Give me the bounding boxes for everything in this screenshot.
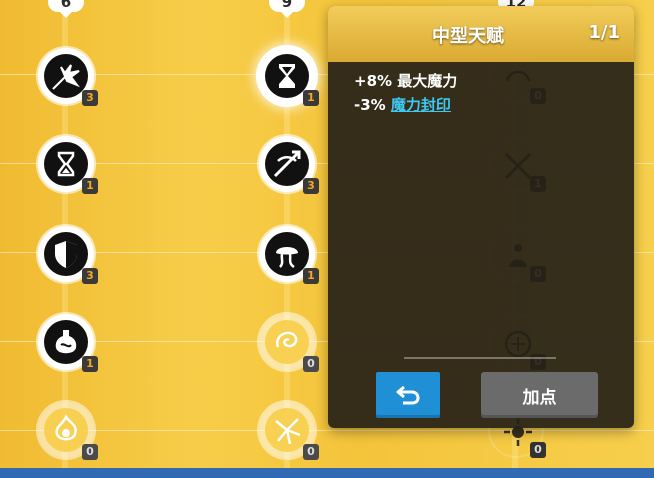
talent-node[interactable]: 1 xyxy=(259,226,319,284)
node-point-count: 0 xyxy=(82,444,98,460)
talent-level: 1/1 xyxy=(588,22,620,43)
node-point-count: 0 xyxy=(303,356,319,372)
effect-text: +8% 最大魔力 xyxy=(354,72,458,90)
bottom-bar xyxy=(0,468,654,478)
add-point-button[interactable]: 加点 xyxy=(481,372,598,418)
divider xyxy=(404,357,556,359)
talent-effect-line: -3% 魔力封印 xyxy=(354,94,451,115)
talent-node[interactable]: 0 xyxy=(259,402,319,460)
talent-node[interactable]: 3 xyxy=(38,48,98,106)
node-point-count: 1 xyxy=(303,90,319,106)
node-point-count: 3 xyxy=(82,268,98,284)
tier-label: 6 xyxy=(48,0,84,12)
talent-node[interactable]: 3 xyxy=(38,226,98,284)
node-point-count: 1 xyxy=(303,268,319,284)
tier-label: 9 xyxy=(269,0,305,12)
talent-node[interactable]: 1 xyxy=(38,314,98,372)
undo-button[interactable] xyxy=(376,372,440,418)
node-point-count: 1 xyxy=(82,356,98,372)
keyword-link[interactable]: 魔力封印 xyxy=(391,96,451,114)
row-connector xyxy=(0,430,654,431)
node-point-count: 0 xyxy=(303,444,319,460)
talent-effect-line: +8% 最大魔力 xyxy=(354,70,457,91)
node-point-count: 0 xyxy=(530,442,546,458)
undo-arrow-icon xyxy=(396,385,420,405)
talent-detail-popup: 中型天赋 1/1 +8% 最大魔力 -3% 魔力封印 加点 xyxy=(328,6,634,428)
talent-node[interactable]: 3 xyxy=(259,136,319,194)
talent-title: 中型天赋 xyxy=(432,26,504,47)
popup-header: 中型天赋 1/1 xyxy=(328,6,634,62)
talent-node[interactable]: 0 xyxy=(38,402,98,460)
node-point-count: 3 xyxy=(303,178,319,194)
talent-tree-board: 6 9 12 3 1 3 1 0 xyxy=(0,0,654,478)
effect-text: -3% xyxy=(354,96,391,114)
talent-node-selected[interactable]: 1 xyxy=(259,48,319,106)
node-point-count: 1 xyxy=(82,178,98,194)
talent-node[interactable]: 0 xyxy=(259,314,319,372)
talent-node[interactable]: 1 xyxy=(38,136,98,194)
node-point-count: 3 xyxy=(82,90,98,106)
